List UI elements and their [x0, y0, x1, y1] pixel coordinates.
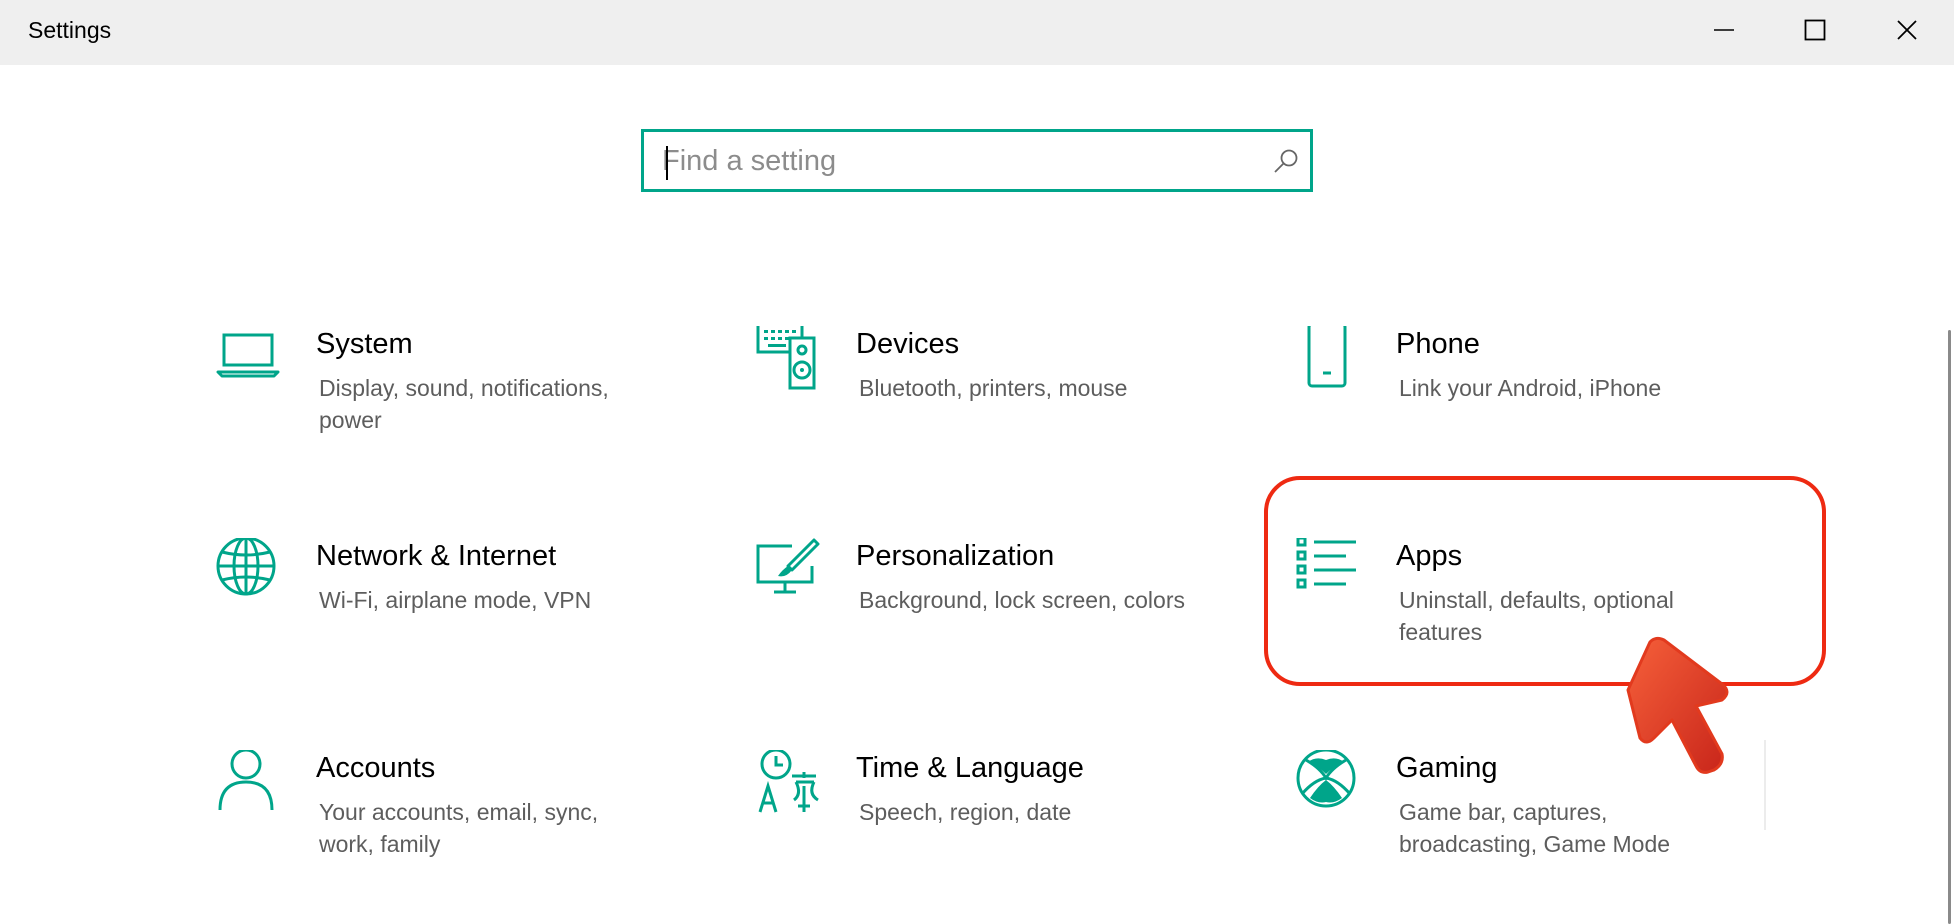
- tile-phone[interactable]: Phone Link your Android, iPhone: [1296, 326, 1796, 466]
- tile-personalization[interactable]: Personalization Background, lock screen,…: [756, 538, 1256, 678]
- tile-accounts[interactable]: Accounts Your accounts, email, sync, wor…: [216, 750, 716, 890]
- search-input[interactable]: [662, 141, 1242, 181]
- phone-icon: [1307, 326, 1347, 388]
- tile-time-language[interactable]: Time & Language Speech, region, date: [756, 750, 1256, 890]
- tile-time-language-label: Time & Language: [856, 752, 1084, 784]
- person-icon: [218, 750, 274, 811]
- scrollbar-thumb[interactable]: [1948, 330, 1951, 924]
- tile-time-language-description: Speech, region, date: [859, 799, 1072, 825]
- clock-language-icon: [758, 750, 819, 813]
- tile-apps-description: Uninstall, defaults, optional features: [1399, 587, 1674, 645]
- tile-devices[interactable]: Devices Bluetooth, printers, mouse: [756, 326, 1256, 466]
- xbox-icon: [1296, 750, 1356, 808]
- minimize-icon: [1714, 29, 1734, 31]
- tile-personalization-description: Background, lock screen, colors: [859, 587, 1185, 613]
- apps-list-icon: [1296, 538, 1356, 589]
- tile-devices-description: Bluetooth, printers, mouse: [859, 375, 1128, 401]
- tile-apps-label: Apps: [1396, 540, 1463, 572]
- tile-network-internet-label: Network & Internet: [316, 540, 557, 572]
- close-button[interactable]: [1862, 0, 1952, 60]
- tile-devices-label: Devices: [856, 328, 960, 360]
- tile-phone-description: Link your Android, iPhone: [1399, 375, 1662, 401]
- keyboard-speaker-icon: [756, 326, 816, 390]
- paintbrush-monitor-icon: [756, 538, 820, 594]
- globe-icon: [216, 538, 276, 596]
- maximize-icon: [1804, 19, 1826, 41]
- minimize-button[interactable]: [1679, 0, 1769, 60]
- tile-accounts-label: Accounts: [316, 752, 436, 784]
- tile-system-label: System: [316, 328, 413, 360]
- tile-system-description: Display, sound, notifications, power: [319, 375, 609, 433]
- tile-phone-label: Phone: [1396, 328, 1480, 360]
- divider: [1764, 740, 1766, 830]
- tile-network-internet-description: Wi-Fi, airplane mode, VPN: [319, 587, 592, 613]
- tile-accounts-description: Your accounts, email, sync, work, family: [319, 799, 599, 857]
- laptop-icon: [216, 333, 280, 378]
- tile-gaming[interactable]: Gaming Game bar, captures, broadcasting,…: [1296, 750, 1796, 890]
- tile-gaming-label: Gaming: [1396, 752, 1498, 784]
- window-title: Settings: [28, 17, 112, 43]
- tile-apps[interactable]: Apps Uninstall, defaults, optional featu…: [1296, 538, 1796, 678]
- tile-system[interactable]: System Display, sound, notifications, po…: [216, 326, 716, 466]
- search-box[interactable]: [641, 129, 1313, 192]
- tile-network-internet[interactable]: Network & Internet Wi-Fi, airplane mode,…: [216, 538, 716, 678]
- search-icon[interactable]: [1271, 147, 1301, 177]
- maximize-button[interactable]: [1770, 0, 1860, 60]
- tile-gaming-description: Game bar, captures, broadcasting, Game M…: [1399, 799, 1671, 857]
- text-caret: [666, 146, 668, 180]
- title-bar: Settings: [0, 0, 1954, 65]
- close-icon: [1897, 20, 1917, 40]
- tile-personalization-label: Personalization: [856, 540, 1055, 572]
